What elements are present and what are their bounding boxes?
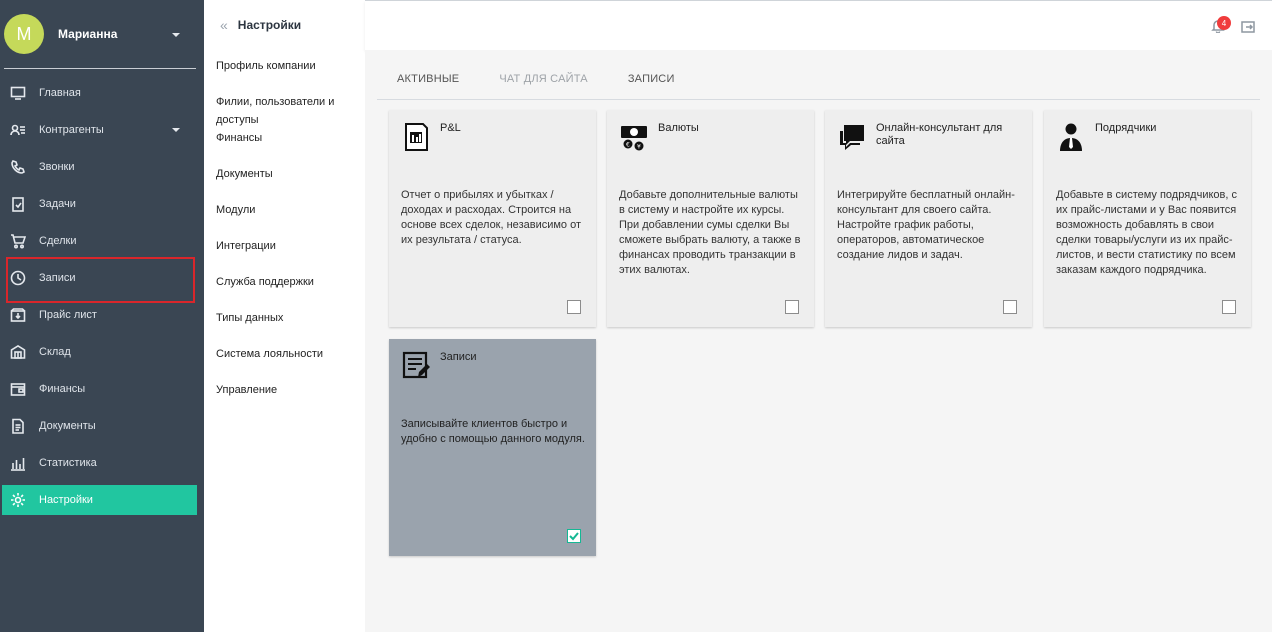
module-checkbox[interactable] — [1222, 300, 1236, 314]
cart-icon — [10, 233, 26, 249]
divider — [4, 68, 196, 69]
module-description: Добавьте дополнительные валюты в систему… — [619, 189, 801, 276]
nav-label: Контрагенты — [39, 123, 104, 136]
nav-label: Статистика — [39, 456, 97, 469]
nav-label: Прайс лист — [39, 308, 97, 321]
nav-item-settings[interactable]: Настройки — [2, 485, 197, 515]
nav-label: Сделки — [39, 234, 77, 247]
submenu-item[interactable]: Финансы — [216, 129, 365, 165]
nav-label: Документы — [39, 419, 96, 432]
submenu-item[interactable]: Филии, пользователи и доступы — [216, 93, 365, 129]
user-name: Марианна — [58, 27, 118, 41]
nav-label: Главная — [39, 86, 81, 99]
nav-item-records[interactable]: Записи — [0, 259, 204, 296]
tab-records[interactable]: Записи — [608, 63, 695, 99]
main-nav: Главная Контрагенты Звонки Задачи Сделки… — [0, 74, 204, 515]
module-checkbox[interactable] — [1003, 300, 1017, 314]
top-bar: 4 — [365, 0, 1272, 50]
phone-icon — [10, 159, 26, 175]
module-card-pl[interactable]: P&L Отчет о прибылях и убытках / доходах… — [389, 110, 596, 327]
submenu-item[interactable]: Система лояльности — [216, 345, 365, 381]
module-checkbox[interactable] — [567, 300, 581, 314]
chevron-down-icon[interactable] — [172, 33, 180, 37]
report-icon — [402, 122, 430, 152]
check-icon — [569, 532, 579, 541]
nav-item-documents[interactable]: Документы — [0, 407, 204, 444]
nav-label: Настройки — [39, 494, 93, 506]
chevron-down-icon[interactable] — [172, 128, 180, 132]
module-description: Отчет о прибылях и убытках / доходах и р… — [401, 189, 582, 246]
submenu-item[interactable]: Управление — [216, 381, 365, 417]
warehouse-icon — [10, 344, 26, 360]
module-title: Записи — [440, 351, 477, 363]
module-card-records[interactable]: Записи Записывайте клиентов быстро и удо… — [389, 339, 596, 556]
module-title: Валюты — [658, 122, 699, 134]
module-checkbox[interactable] — [785, 300, 799, 314]
submenu-item[interactable]: Модули — [216, 201, 365, 237]
module-description: Добавьте в систему подрядчиков, с их пра… — [1056, 189, 1237, 276]
module-tabs: Активные Чат для сайта Записи — [377, 63, 1260, 100]
submenu-item[interactable]: Профиль компании — [216, 57, 365, 93]
nav-label: Финансы — [39, 382, 86, 395]
task-icon — [10, 196, 26, 212]
module-card-contractors[interactable]: Подрядчики Добавьте в систему подрядчико… — [1044, 110, 1251, 327]
nav-label: Задачи — [39, 197, 76, 210]
stats-icon — [10, 455, 26, 471]
logout-icon[interactable] — [1241, 20, 1255, 34]
nav-item-warehouse[interactable]: Склад — [0, 333, 204, 370]
module-title: Онлайн-консультант для сайта — [876, 122, 1003, 147]
currency-icon: € ¥ — [620, 122, 648, 152]
records-icon — [402, 351, 430, 381]
submenu-title: Настройки — [237, 18, 302, 32]
price-icon — [10, 307, 26, 323]
module-title: Подрядчики — [1095, 122, 1157, 134]
nav-item-price-list[interactable]: Прайс лист — [0, 296, 204, 333]
module-checkbox-checked[interactable] — [567, 529, 581, 543]
contractor-icon — [1057, 122, 1085, 152]
module-card-currencies[interactable]: € ¥ Валюты Добавьте дополнительные валюты… — [607, 110, 814, 327]
chat-icon — [838, 122, 866, 152]
svg-text:¥: ¥ — [637, 144, 641, 151]
monitor-icon — [10, 85, 26, 101]
avatar: M — [4, 14, 44, 54]
finance-icon — [10, 381, 26, 397]
nav-label: Звонки — [39, 160, 75, 173]
gear-icon — [10, 492, 26, 508]
nav-item-contractors[interactable]: Контрагенты — [0, 111, 204, 148]
module-card-online-consultant[interactable]: Онлайн-консультант для сайта Интегрируйт… — [825, 110, 1032, 327]
main-content: Активные Чат для сайта Записи P&L Отчет … — [365, 50, 1272, 632]
nav-item-tasks[interactable]: Задачи — [0, 185, 204, 222]
module-description: Записывайте клиентов быстро и удобно с п… — [401, 418, 585, 445]
submenu-item[interactable]: Типы данных — [216, 309, 365, 345]
collapse-icon[interactable]: « — [220, 17, 228, 33]
nav-item-deals[interactable]: Сделки — [0, 222, 204, 259]
submenu-header: « Настройки — [204, 0, 365, 50]
tab-active[interactable]: Активные — [377, 63, 479, 99]
user-menu[interactable]: M Марианна — [0, 0, 204, 68]
submenu-item[interactable]: Служба поддержки — [216, 273, 365, 309]
svg-text:€: € — [626, 142, 630, 149]
module-description: Интегрируйте бесплатный онлайн-консульта… — [837, 189, 1015, 261]
nav-item-finance[interactable]: Финансы — [0, 370, 204, 407]
submenu-list: Профиль компании Филии, пользователи и д… — [204, 50, 365, 417]
nav-item-home[interactable]: Главная — [0, 74, 204, 111]
nav-item-calls[interactable]: Звонки — [0, 148, 204, 185]
submenu-item[interactable]: Интеграции — [216, 237, 365, 273]
documents-icon — [10, 418, 26, 434]
submenu-item[interactable]: Документы — [216, 165, 365, 201]
clock-icon — [10, 270, 26, 286]
tab-site-chat[interactable]: Чат для сайта — [479, 63, 608, 99]
settings-submenu: « Настройки Профиль компании Филии, поль… — [204, 0, 365, 632]
nav-label: Записи — [39, 271, 76, 284]
nav-item-statistics[interactable]: Статистика — [0, 444, 204, 481]
contacts-icon — [10, 122, 26, 138]
nav-label: Склад — [39, 345, 71, 358]
sidebar: M Марианна Главная Контрагенты Звонки За… — [0, 0, 204, 632]
notification-badge: 4 — [1217, 16, 1231, 30]
module-title: P&L — [440, 122, 461, 134]
